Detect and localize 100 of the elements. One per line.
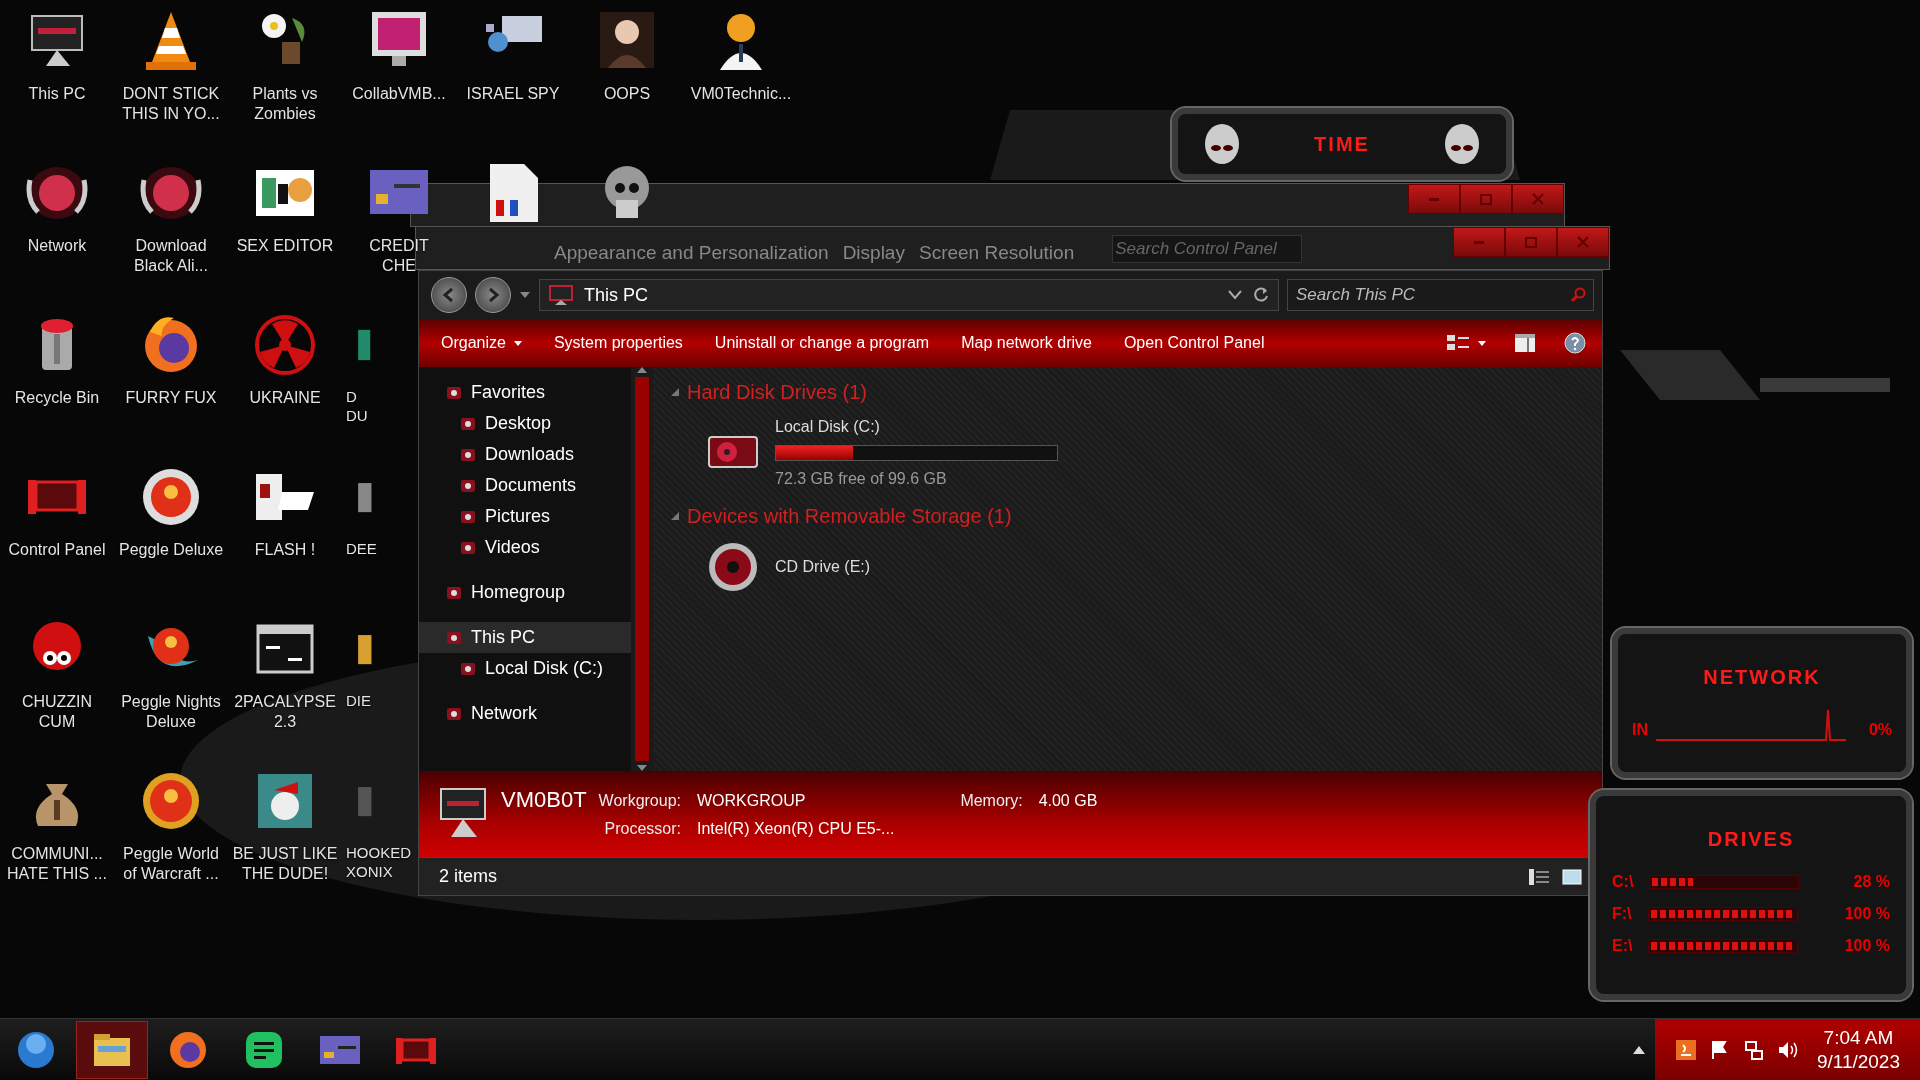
search-icon[interactable] xyxy=(1570,287,1586,303)
maximize-icon xyxy=(1480,193,1492,205)
drive-name[interactable]: CD Drive (E:) xyxy=(775,555,871,579)
meter-reading: 100 % xyxy=(1844,936,1890,956)
alien-head-icon xyxy=(1442,122,1482,166)
icon-label: UKRAINE xyxy=(249,388,321,408)
refresh-icon[interactable] xyxy=(1252,286,1270,304)
network-icon[interactable] xyxy=(1742,1038,1765,1061)
collapse-icon[interactable] xyxy=(671,388,679,396)
field-value: Intel(R) Xeon(R) CPU E5-... xyxy=(697,819,895,839)
breadcrumb[interactable]: Appearance and Personalization xyxy=(554,227,843,268)
maximize-icon xyxy=(1525,236,1537,248)
icon-label: DEE xyxy=(346,540,377,559)
gadget-title: NETWORK xyxy=(1702,665,1822,690)
drive-label: E:\ xyxy=(1612,936,1633,956)
field-label: Workgroup: xyxy=(598,791,681,811)
nav-item[interactable]: Downloads xyxy=(419,439,631,470)
toolbar-button[interactable]: Map network drive xyxy=(949,327,1104,359)
details-view-icon[interactable] xyxy=(1528,867,1550,886)
icon-label: VM0Technic... xyxy=(690,84,792,104)
nav-item[interactable]: Documents xyxy=(419,470,631,501)
toolbar-button[interactable]: Open Control Panel xyxy=(1111,327,1277,359)
orb-icon xyxy=(16,1029,56,1070)
icon-label: 2PACALYPSE 2.3 xyxy=(234,692,336,732)
help-icon[interactable] xyxy=(1564,332,1586,354)
field-label: Processor: xyxy=(603,819,681,839)
icon-label: ISRAEL SPY xyxy=(466,84,560,104)
caret-icon[interactable] xyxy=(1478,340,1486,346)
icon-label: Peggle World of Warcraft ... xyxy=(123,844,219,884)
search-field[interactable]: Search Control Panel xyxy=(1112,235,1303,263)
icon-label: DONT STICK THIS IN YO... xyxy=(122,84,220,124)
icon-label: SEX EDITOR xyxy=(236,236,334,256)
large-icons-view-icon[interactable] xyxy=(1562,868,1582,885)
show-hidden-icons-icon[interactable] xyxy=(1632,1045,1645,1054)
icon-label: DIE xyxy=(346,692,371,711)
icon-label: HOOKED XONIX xyxy=(346,844,411,882)
close-icon xyxy=(1577,236,1589,248)
icon-label: Network xyxy=(27,236,87,256)
minimize-icon xyxy=(1429,197,1439,201)
computer-name: VM0B0T xyxy=(501,786,587,814)
meter-label: IN xyxy=(1632,720,1648,740)
icon-label: OOPS xyxy=(603,84,651,104)
nav-item[interactable]: Homegroup xyxy=(419,577,631,608)
java-icon[interactable] xyxy=(1674,1038,1697,1061)
preview-pane-icon[interactable] xyxy=(1514,333,1536,353)
toolbar-button[interactable]: Uninstall or change a program xyxy=(702,327,942,359)
nav-item[interactable]: This PC xyxy=(419,622,631,653)
radiation-icon[interactable] xyxy=(252,312,318,378)
toolbar-button[interactable]: Organize xyxy=(429,327,534,359)
breadcrumb[interactable]: Screen Resolution xyxy=(918,227,1089,268)
minimize-icon xyxy=(1474,240,1484,244)
drive-label: C:\ xyxy=(1612,872,1634,892)
nav-item[interactable]: Videos xyxy=(419,532,631,563)
icon-label: Recycle Bin xyxy=(14,388,100,408)
icon-label: Plants vs Zombies xyxy=(252,84,318,124)
address-text: This PC xyxy=(584,283,648,307)
caret-icon[interactable] xyxy=(519,291,531,299)
scrollbar[interactable] xyxy=(631,367,653,771)
close-icon xyxy=(1532,193,1544,205)
search-field[interactable]: Search This PC xyxy=(1287,279,1594,311)
icon-label: CREDIT CHE xyxy=(369,236,429,276)
icon-label: Download Black Ali... xyxy=(134,236,208,276)
chevron-icon[interactable] xyxy=(1228,290,1242,300)
drive-name[interactable]: Local Disk (C:) xyxy=(775,415,1058,439)
field-value: 4.00 GB xyxy=(1038,791,1098,811)
field-label: Memory: xyxy=(960,791,1023,811)
drive-label: F:\ xyxy=(1612,904,1632,924)
icon-label: BE JUST LIKE THE DUDE! xyxy=(232,844,338,884)
address-bar[interactable]: This PC xyxy=(539,279,1279,311)
icon-label: FLASH ! xyxy=(254,540,316,560)
forward-button[interactable] xyxy=(475,277,511,313)
back-button[interactable] xyxy=(431,277,467,313)
icon-label: FURRY FUX xyxy=(125,388,217,408)
scroll-thumb[interactable] xyxy=(635,377,649,761)
icon-label: COMMUNI... HATE THIS ... xyxy=(7,844,107,884)
icon-label: CHUZZIN CUM xyxy=(21,692,93,732)
icon-label: CollabVMB... xyxy=(352,84,446,104)
toolbar-button[interactable]: System properties xyxy=(541,327,695,359)
view-icon[interactable] xyxy=(1446,334,1470,352)
nav-item[interactable]: Network xyxy=(419,698,631,729)
monitor-icon xyxy=(548,284,574,306)
meter-reading: 0% xyxy=(1868,720,1892,740)
nav-item[interactable]: Local Disk (C:) xyxy=(419,653,631,684)
gadget-title: DRIVES xyxy=(1706,827,1796,852)
nav-item[interactable]: Favorites xyxy=(419,377,631,408)
alien-head-icon xyxy=(1202,122,1242,166)
breadcrumb[interactable]: Display xyxy=(842,227,919,268)
meter-reading: 28 % xyxy=(1853,872,1890,892)
icon-label: Control Panel xyxy=(8,540,106,560)
collapse-icon[interactable] xyxy=(671,512,679,520)
taskbar-button[interactable] xyxy=(76,1020,148,1079)
field-value: WORKGROUP xyxy=(697,791,807,811)
gadget-title: TIME xyxy=(1314,132,1370,157)
status-text: 2 items xyxy=(439,865,498,888)
icon-label: This PC xyxy=(28,84,86,104)
nav-item[interactable]: Pictures xyxy=(419,501,631,532)
meter-reading: 100 % xyxy=(1844,904,1890,924)
icon-label: D DU xyxy=(346,388,368,426)
clock[interactable]: 7:04 AM 9/11/2023 xyxy=(1810,1024,1906,1075)
nav-item[interactable]: Desktop xyxy=(419,408,631,439)
